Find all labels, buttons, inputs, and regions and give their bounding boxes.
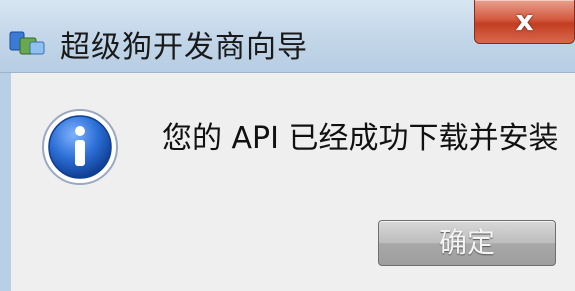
close-icon: x — [515, 4, 534, 37]
close-button[interactable]: x — [474, 0, 575, 44]
info-icon — [40, 107, 120, 187]
app-icon — [8, 26, 48, 58]
window-title: 超级狗开发商向导 — [60, 30, 308, 65]
message-dialog: 超级狗开发商向导 x 您的 API 已经成功下载并安装 确定 — [0, 0, 575, 291]
ok-button[interactable]: 确定 — [378, 220, 556, 266]
dialog-message: 您的 API 已经成功下载并安装 — [162, 121, 559, 156]
